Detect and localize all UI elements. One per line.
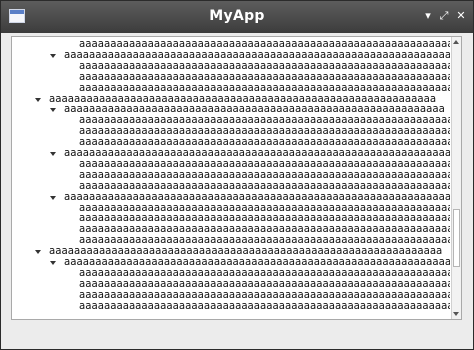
tree-item-label: aaaaaaaaaaaaaaaaaaaaaaaaaaaaaaaaaaaaaaaa… (79, 126, 450, 138)
tree-item-label: aaaaaaaaaaaaaaaaaaaaaaaaaaaaaaaaaaaaaaaa… (64, 104, 445, 116)
expand-arrow-icon[interactable] (35, 250, 41, 255)
vertical-scrollbar[interactable] (451, 37, 461, 319)
tree-item[interactable]: aaaaaaaaaaaaaaaaaaaaaaaaaaaaaaaaaaaaaaaa… (12, 213, 450, 224)
tree-item[interactable]: aaaaaaaaaaaaaaaaaaaaaaaaaaaaaaaaaaaaaaaa… (12, 246, 450, 257)
tree-rows: aaaaaaaaaaaaaaaaaaaaaaaaaaaaaaaaaaaaaaaa… (12, 37, 450, 319)
tree-item-label: aaaaaaaaaaaaaaaaaaaaaaaaaaaaaaaaaaaaaaaa… (79, 235, 450, 247)
tree-item[interactable]: aaaaaaaaaaaaaaaaaaaaaaaaaaaaaaaaaaaaaaaa… (12, 115, 450, 126)
tree-item[interactable]: aaaaaaaaaaaaaaaaaaaaaaaaaaaaaaaaaaaaaaaa… (12, 192, 450, 203)
tree-item-label: aaaaaaaaaaaaaaaaaaaaaaaaaaaaaaaaaaaaaaaa… (79, 60, 450, 72)
tree-item-label: aaaaaaaaaaaaaaaaaaaaaaaaaaaaaaaaaaaaaaaa… (79, 267, 450, 279)
app-window: MyApp ▾ ⤢ ✕ aaaaaaaaaaaaaaaaaaaaaaaaaaaa… (0, 0, 474, 350)
tree-item[interactable]: aaaaaaaaaaaaaaaaaaaaaaaaaaaaaaaaaaaaaaaa… (12, 203, 450, 214)
tree-item-label: aaaaaaaaaaaaaaaaaaaaaaaaaaaaaaaaaaaaaaaa… (79, 213, 450, 225)
tree-item-label: aaaaaaaaaaaaaaaaaaaaaaaaaaaaaaaaaaaaaaaa… (79, 224, 450, 236)
tree-item[interactable]: aaaaaaaaaaaaaaaaaaaaaaaaaaaaaaaaaaaaaaaa… (12, 257, 450, 268)
tree-item-label: aaaaaaaaaaaaaaaaaaaaaaaaaaaaaaaaaaaaaaaa… (79, 158, 450, 170)
tree-item[interactable]: aaaaaaaaaaaaaaaaaaaaaaaaaaaaaaaaaaaaaaaa… (12, 104, 450, 115)
tree-item[interactable]: aaaaaaaaaaaaaaaaaaaaaaaaaaaaaaaaaaaaaaaa… (12, 50, 450, 61)
tree-item-label: aaaaaaaaaaaaaaaaaaaaaaaaaaaaaaaaaaaaaaaa… (49, 246, 443, 258)
tree-item-label: aaaaaaaaaaaaaaaaaaaaaaaaaaaaaaaaaaaaaaaa… (79, 39, 450, 50)
tree-item-label: aaaaaaaaaaaaaaaaaaaaaaaaaaaaaaaaaaaaaaaa… (79, 202, 450, 214)
tree-item-label: aaaaaaaaaaaaaaaaaaaaaaaaaaaaaaaaaaaaaaaa… (64, 49, 450, 61)
tree-item-label: aaaaaaaaaaaaaaaaaaaaaaaaaaaaaaaaaaaaaaaa… (64, 191, 450, 203)
tree-item[interactable]: aaaaaaaaaaaaaaaaaaaaaaaaaaaaaaaaaaaaaaaa… (12, 290, 450, 301)
tree-item-label: aaaaaaaaaaaaaaaaaaaaaaaaaaaaaaaaaaaaaaaa… (79, 289, 450, 301)
tree-item-label: aaaaaaaaaaaaaaaaaaaaaaaaaaaaaaaaaaaaaaaa… (79, 278, 450, 290)
tree-item[interactable]: aaaaaaaaaaaaaaaaaaaaaaaaaaaaaaaaaaaaaaaa… (12, 72, 450, 83)
expand-arrow-icon[interactable] (50, 108, 56, 113)
scroll-up-arrow-icon[interactable] (453, 40, 459, 44)
tree-item-label: aaaaaaaaaaaaaaaaaaaaaaaaaaaaaaaaaaaaaaaa… (79, 169, 450, 181)
tree-item[interactable]: aaaaaaaaaaaaaaaaaaaaaaaaaaaaaaaaaaaaaaaa… (12, 279, 450, 290)
tree-item-label: aaaaaaaaaaaaaaaaaaaaaaaaaaaaaaaaaaaaaaaa… (79, 82, 450, 94)
scrollbar-thumb[interactable] (453, 209, 460, 267)
expand-arrow-icon[interactable] (35, 97, 41, 102)
tree-item[interactable]: aaaaaaaaaaaaaaaaaaaaaaaaaaaaaaaaaaaaaaaa… (12, 170, 450, 181)
tree-item[interactable]: aaaaaaaaaaaaaaaaaaaaaaaaaaaaaaaaaaaaaaaa… (12, 83, 450, 94)
tree-item[interactable]: aaaaaaaaaaaaaaaaaaaaaaaaaaaaaaaaaaaaaaaa… (12, 301, 450, 312)
tree-item-label: aaaaaaaaaaaaaaaaaaaaaaaaaaaaaaaaaaaaaaaa… (49, 93, 437, 105)
tree-item[interactable]: aaaaaaaaaaaaaaaaaaaaaaaaaaaaaaaaaaaaaaaa… (12, 126, 450, 137)
tree-item-label: aaaaaaaaaaaaaaaaaaaaaaaaaaaaaaaaaaaaaaaa… (64, 148, 450, 159)
tree-item-label: aaaaaaaaaaaaaaaaaaaaaaaaaaaaaaaaaaaaaaaa… (79, 115, 450, 127)
tree-item[interactable]: aaaaaaaaaaaaaaaaaaaaaaaaaaaaaaaaaaaaaaaa… (12, 61, 450, 72)
tree-item[interactable]: aaaaaaaaaaaaaaaaaaaaaaaaaaaaaaaaaaaaaaaa… (12, 94, 450, 105)
tree-item[interactable]: aaaaaaaaaaaaaaaaaaaaaaaaaaaaaaaaaaaaaaaa… (12, 39, 450, 50)
expand-arrow-icon[interactable] (50, 261, 56, 265)
tree-item-label: aaaaaaaaaaaaaaaaaaaaaaaaaaaaaaaaaaaaaaaa… (79, 71, 450, 83)
maximize-icon[interactable]: ⤢ (437, 9, 451, 23)
expand-arrow-icon[interactable] (50, 152, 56, 156)
tree-item-label: aaaaaaaaaaaaaaaaaaaaaaaaaaaaaaaaaaaaaaaa… (79, 137, 450, 149)
tree-item[interactable]: aaaaaaaaaaaaaaaaaaaaaaaaaaaaaaaaaaaaaaaa… (12, 235, 450, 246)
tree-item[interactable]: aaaaaaaaaaaaaaaaaaaaaaaaaaaaaaaaaaaaaaaa… (12, 137, 450, 148)
title-bar[interactable]: MyApp ▾ ⤢ ✕ (1, 1, 473, 33)
tree-item[interactable]: aaaaaaaaaaaaaaaaaaaaaaaaaaaaaaaaaaaaaaaa… (12, 268, 450, 279)
minimize-icon[interactable]: ▾ (421, 9, 435, 23)
expand-arrow-icon[interactable] (50, 53, 56, 58)
window-title: MyApp (209, 8, 265, 24)
close-icon[interactable]: ✕ (454, 9, 468, 23)
tree-item[interactable]: aaaaaaaaaaaaaaaaaaaaaaaaaaaaaaaaaaaaaaaa… (12, 159, 450, 170)
scroll-down-arrow-icon[interactable] (453, 312, 459, 316)
tree-item[interactable]: aaaaaaaaaaaaaaaaaaaaaaaaaaaaaaaaaaaaaaaa… (12, 224, 450, 235)
tree-item-label: aaaaaaaaaaaaaaaaaaaaaaaaaaaaaaaaaaaaaaaa… (64, 257, 450, 268)
tree-view[interactable]: aaaaaaaaaaaaaaaaaaaaaaaaaaaaaaaaaaaaaaaa… (11, 36, 462, 320)
tree-item-label: aaaaaaaaaaaaaaaaaaaaaaaaaaaaaaaaaaaaaaaa… (79, 180, 450, 192)
tree-item[interactable]: aaaaaaaaaaaaaaaaaaaaaaaaaaaaaaaaaaaaaaaa… (12, 148, 450, 159)
expand-arrow-icon[interactable] (50, 195, 56, 200)
tree-item-label: aaaaaaaaaaaaaaaaaaaaaaaaaaaaaaaaaaaaaaaa… (79, 300, 450, 312)
tree-item[interactable]: aaaaaaaaaaaaaaaaaaaaaaaaaaaaaaaaaaaaaaaa… (12, 181, 450, 192)
